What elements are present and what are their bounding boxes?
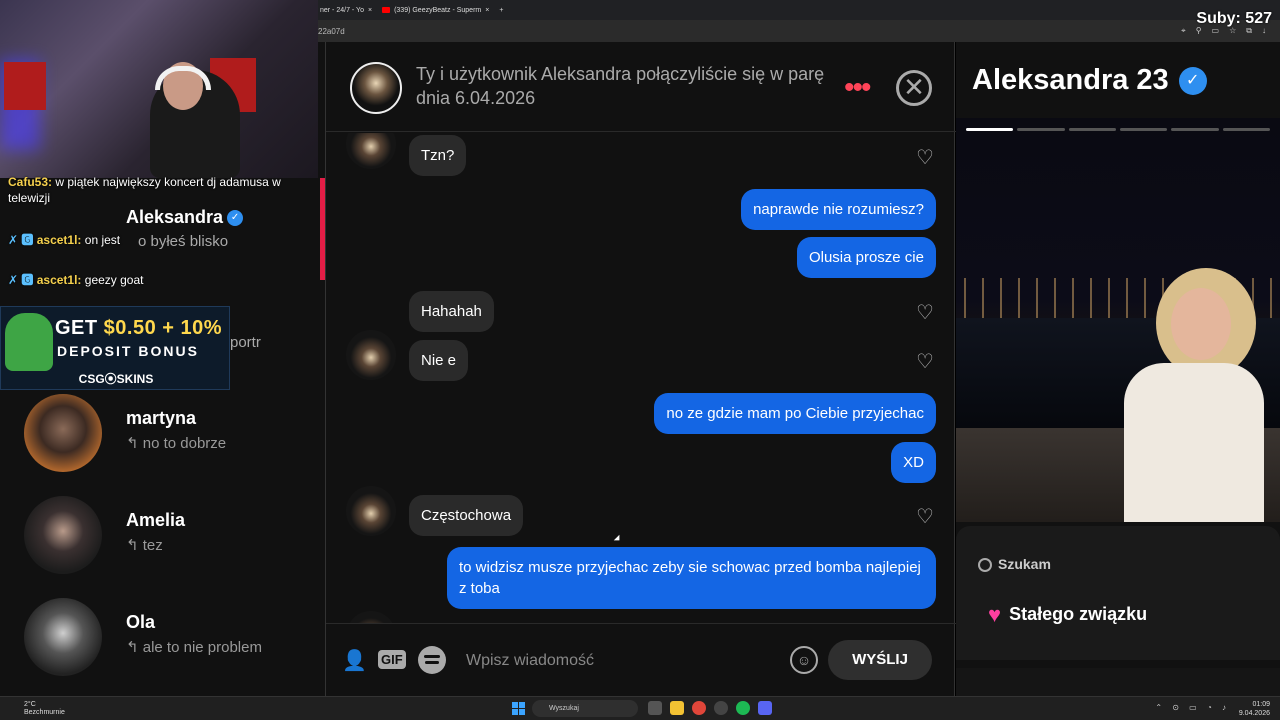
chat-header: Ty i użytkownik Aleksandra połączyliście… (326, 42, 956, 132)
mascot-image (5, 313, 53, 371)
match-avatar[interactable] (350, 62, 402, 114)
avatar (346, 486, 396, 536)
send-button[interactable]: WYŚLIJ (828, 640, 932, 680)
like-heart-icon[interactable]: ♡ (916, 145, 934, 170)
message-incoming: Nie e (409, 340, 469, 381)
location-icon[interactable]: ⌖ (1181, 26, 1186, 36)
message-outgoing: XD (891, 442, 936, 483)
task-view-icon[interactable] (648, 701, 662, 715)
browser-tab-strip: ner - 24/7 - Yo × (339) GeezyBeatz - Sup… (318, 0, 1280, 20)
photo-progress-segment[interactable] (1017, 128, 1065, 131)
stream-chat-overlay: Cafu53: w piątek największy koncert dj a… (0, 170, 318, 292)
file-explorer-icon[interactable] (670, 701, 684, 715)
youtube-icon (382, 7, 391, 13)
stream-chat-line: ✗ 🅶 ascet1l: geezy goat (8, 273, 144, 287)
message-outgoing: naprawde nie rozumiesz? (741, 189, 936, 230)
subs-counter: Suby: 527 (1196, 10, 1272, 27)
relationship-goal: ♥ Stałego związku (988, 602, 1148, 627)
clock[interactable]: 01:09 9.04.2026 (1239, 700, 1270, 718)
avatar (24, 496, 102, 574)
contact-card-icon[interactable]: 👤 (342, 648, 367, 673)
new-tab-button[interactable]: + (499, 7, 503, 14)
discord-icon[interactable] (758, 701, 772, 715)
browser-tab[interactable]: ner - 24/7 - Yo × (320, 7, 372, 14)
heart-arrow-icon: ♥ (988, 602, 1002, 627)
like-heart-icon[interactable]: ♡ (916, 300, 934, 325)
avatar (346, 611, 396, 623)
chrome-icon[interactable] (692, 701, 706, 715)
chat-panel: Ty i użytkownik Aleksandra połączyliście… (325, 42, 956, 696)
gif-button[interactable]: GIF (378, 650, 406, 669)
message-composer: 👤 GIF ☺ WYŚLIJ (326, 623, 956, 696)
photo-progress-segment[interactable] (1171, 128, 1219, 131)
message-outgoing: no ze gdzie mam po Ciebie przyjechac (654, 393, 936, 434)
profile-panel: Aleksandra 23 ✓ Szukam ♥ Stałego związku (956, 42, 1280, 696)
avatar (24, 394, 102, 472)
match-date-text: Ty i użytkownik Aleksandra połączyliście… (416, 64, 825, 108)
matches-column: Aleksandra ✓ o byłeś blisko portr Cafu53:… (0, 0, 325, 696)
profile-photo[interactable] (956, 118, 1280, 522)
message-incoming: Hahahah (409, 291, 494, 332)
photo-progress-segment[interactable] (1119, 128, 1168, 131)
stream-chat-line: Cafu53: w piątek największy koncert dj a… (8, 175, 281, 205)
match-item-preview-partial: portr (230, 334, 261, 351)
weather-widget[interactable]: 2°C Bezchmurnie (24, 701, 65, 717)
avatar (346, 133, 396, 169)
message-incoming: Tzn? (409, 135, 467, 176)
ad-brand: CSG⦿SKINS (78, 372, 154, 386)
avatar (346, 330, 396, 380)
like-heart-icon[interactable]: ♡ (916, 504, 934, 529)
taskbar-apps (648, 701, 772, 715)
more-options-icon[interactable]: ••• (844, 73, 871, 103)
match-item-ola[interactable]: Ola ↰ ale to nie problem (24, 598, 324, 678)
message-input[interactable] (466, 646, 776, 676)
start-menu-icon[interactable] (512, 702, 525, 715)
photo-progress-segment[interactable] (1222, 128, 1270, 131)
verified-icon: ✓ (1178, 67, 1207, 96)
avatar (24, 598, 102, 676)
message-outgoing: to widzisz musze przyjechac zeby sie sch… (447, 547, 936, 609)
stream-chat-line: ✗ 🅶 ascet1l: on jest (8, 233, 121, 247)
photo-progress-segment[interactable] (966, 128, 1014, 131)
like-heart-icon[interactable]: ♡ (916, 349, 934, 374)
system-tray-icons[interactable]: ⌃ ⊙ ▭ ◔ ♪ (1155, 703, 1230, 712)
search-icon (978, 558, 992, 573)
seeking-label: Szukam (978, 556, 1051, 573)
close-chat-button[interactable]: ✕ (896, 70, 932, 106)
photo-progress (966, 128, 1270, 131)
profile-info-card: Szukam ♥ Stałego związku (956, 526, 1280, 660)
spotify-taskbar-icon[interactable] (736, 701, 750, 715)
spotify-icon[interactable] (418, 646, 446, 674)
message-list: Tzn? ♡ naprawde nie rozumiesz? Olusia pr… (326, 133, 956, 623)
photo-progress-segment[interactable] (1068, 128, 1116, 131)
address-bar[interactable]: 22a07d (318, 20, 1280, 42)
match-item-martyna[interactable]: martyna ↰ no to dobrze (24, 394, 324, 474)
stream-ad-banner: GET $0.50 + 10% DEPOSIT BONUS CSG⦿SKINS (0, 306, 230, 390)
profile-name-age: Aleksandra 23 ✓ (972, 64, 1207, 97)
emoji-icon[interactable]: ☺ (790, 646, 818, 674)
match-item-amelia[interactable]: Amelia ↰ tez (24, 496, 324, 576)
windows-taskbar: 2°C Bezchmurnie Wyszukaj ⌃ ⊙ ▭ ◔ ♪ 01:09 9… (0, 696, 1280, 720)
browser-tab[interactable]: (339) GeezyBeatz - Superm × (382, 7, 489, 14)
profile-next-card (956, 668, 1280, 696)
streamer-webcam (0, 0, 318, 178)
taskbar-search[interactable]: Wyszukaj (532, 700, 638, 717)
message-incoming: Częstochowa (409, 495, 524, 536)
obs-icon[interactable] (714, 701, 728, 715)
message-outgoing: Olusia prosze cie (796, 237, 936, 278)
